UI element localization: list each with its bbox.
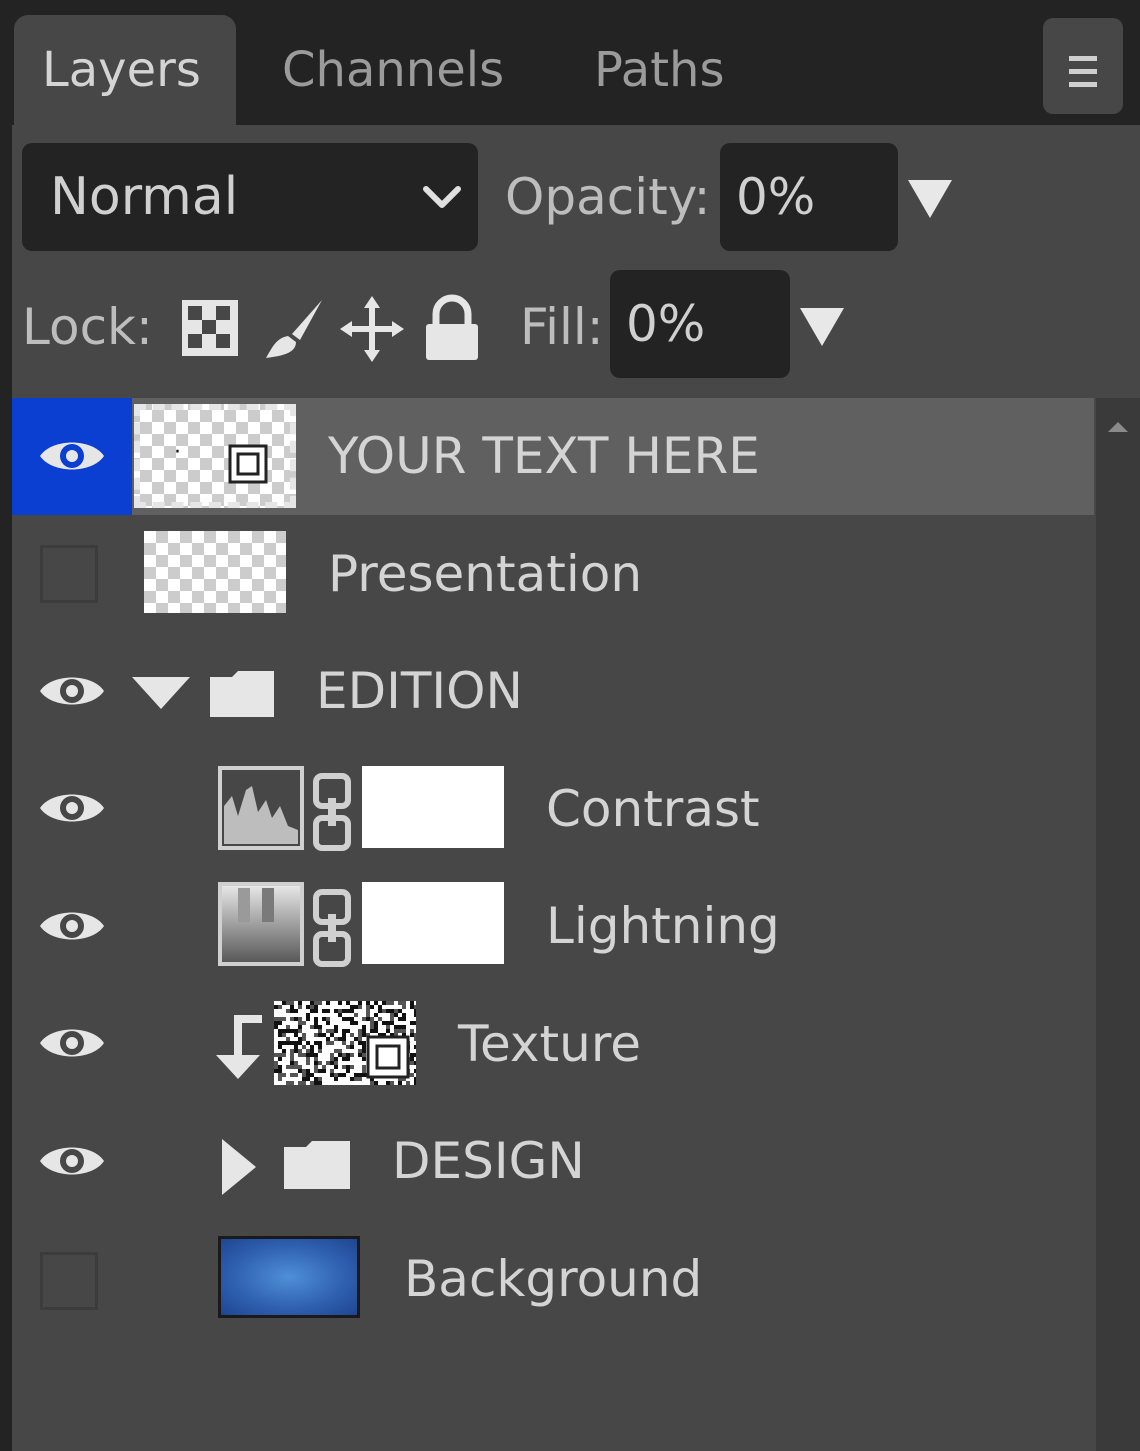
mask-thumbnail (362, 766, 504, 848)
levels-adjustment-icon (218, 766, 304, 850)
layers-panel: Layers Channels Paths Normal Opacity: 0%… (0, 0, 1140, 1451)
fill-dropdown-triangle-icon[interactable] (798, 306, 846, 348)
blend-mode-select[interactable]: Normal (22, 143, 478, 251)
layer-name: YOUR TEXT HERE (328, 427, 760, 485)
hamburger-icon-bar (1069, 69, 1097, 74)
eye-icon[interactable] (38, 669, 106, 713)
opacity-label: Opacity: (505, 168, 711, 226)
brush-icon[interactable] (262, 296, 326, 362)
fill-label: Fill: (520, 298, 604, 356)
opacity-input[interactable]: 0% (720, 143, 898, 251)
lock-icon[interactable] (422, 294, 482, 362)
tab-bar: Layers Channels Paths (0, 0, 1140, 125)
fill-input[interactable]: 0% (610, 270, 790, 378)
mask-thumbnail (362, 882, 504, 964)
layer-name: DESIGN (392, 1132, 585, 1190)
eye-icon[interactable] (38, 1021, 106, 1065)
visibility-toggle[interactable] (40, 545, 98, 603)
clipping-mask-arrow-icon (216, 1015, 262, 1079)
scroll-up-arrow-icon[interactable] (1108, 420, 1128, 432)
tab-channels[interactable]: Channels (282, 15, 504, 125)
layer-name: Lightning (546, 897, 780, 955)
layer-row-contrast[interactable]: Contrast (12, 750, 1094, 871)
layers-scrollbar[interactable] (1096, 398, 1140, 1451)
eye-icon[interactable] (38, 904, 106, 948)
opacity-dropdown-triangle-icon[interactable] (906, 178, 954, 220)
folder-icon (210, 671, 274, 717)
chevron-down-icon (423, 186, 461, 208)
blend-mode-value: Normal (50, 167, 239, 227)
tab-paths[interactable]: Paths (594, 15, 724, 125)
layer-name: Texture (458, 1015, 642, 1073)
layer-row-design[interactable]: DESIGN (12, 1103, 1094, 1223)
gradient-adjustment-icon (218, 882, 304, 966)
layer-row-lightning[interactable]: Lightning (12, 868, 1094, 988)
fill-value: 0% (626, 295, 706, 353)
eye-icon[interactable] (38, 1139, 106, 1183)
expand-triangle-icon[interactable] (130, 675, 192, 711)
layer-thumbnail (144, 531, 286, 613)
background-thumbnail (218, 1236, 360, 1318)
link-icon[interactable] (312, 888, 352, 968)
visibility-toggle[interactable] (12, 398, 132, 515)
layer-name: Contrast (546, 780, 760, 838)
panel-menu-button[interactable] (1043, 18, 1123, 114)
layer-name: Presentation (328, 545, 643, 603)
smart-object-icon (366, 1035, 410, 1079)
link-icon[interactable] (312, 772, 352, 852)
eye-icon (40, 442, 104, 470)
hamburger-icon (1069, 56, 1097, 61)
hamburger-icon-bar (1069, 82, 1097, 87)
tab-layers[interactable]: Layers (14, 15, 236, 125)
smart-object-thumbnail: · (134, 404, 296, 508)
layers-list: · YOUR TEXT HERE Presentation EDITION Co… (12, 398, 1094, 1451)
layer-row-background[interactable]: Background (12, 1220, 1094, 1338)
layer-row-your-text-here[interactable]: · YOUR TEXT HERE (12, 398, 1094, 518)
opacity-value: 0% (736, 168, 816, 226)
smart-object-icon (228, 444, 268, 484)
checkerboard-icon[interactable] (180, 298, 240, 358)
layer-row-edition[interactable]: EDITION (12, 633, 1094, 753)
lock-label: Lock: (22, 298, 153, 356)
texture-thumbnail (274, 1001, 416, 1085)
visibility-toggle[interactable] (40, 1252, 98, 1310)
text-preview-glyph: · (174, 440, 181, 465)
move-icon[interactable] (340, 296, 404, 362)
eye-icon[interactable] (38, 786, 106, 830)
layer-name: EDITION (316, 662, 523, 720)
folder-icon (284, 1141, 350, 1189)
layer-name: Background (404, 1250, 703, 1308)
collapse-triangle-icon[interactable] (218, 1137, 258, 1197)
layer-row-presentation[interactable]: Presentation (12, 515, 1094, 636)
layer-row-texture[interactable]: Texture (12, 985, 1094, 1106)
